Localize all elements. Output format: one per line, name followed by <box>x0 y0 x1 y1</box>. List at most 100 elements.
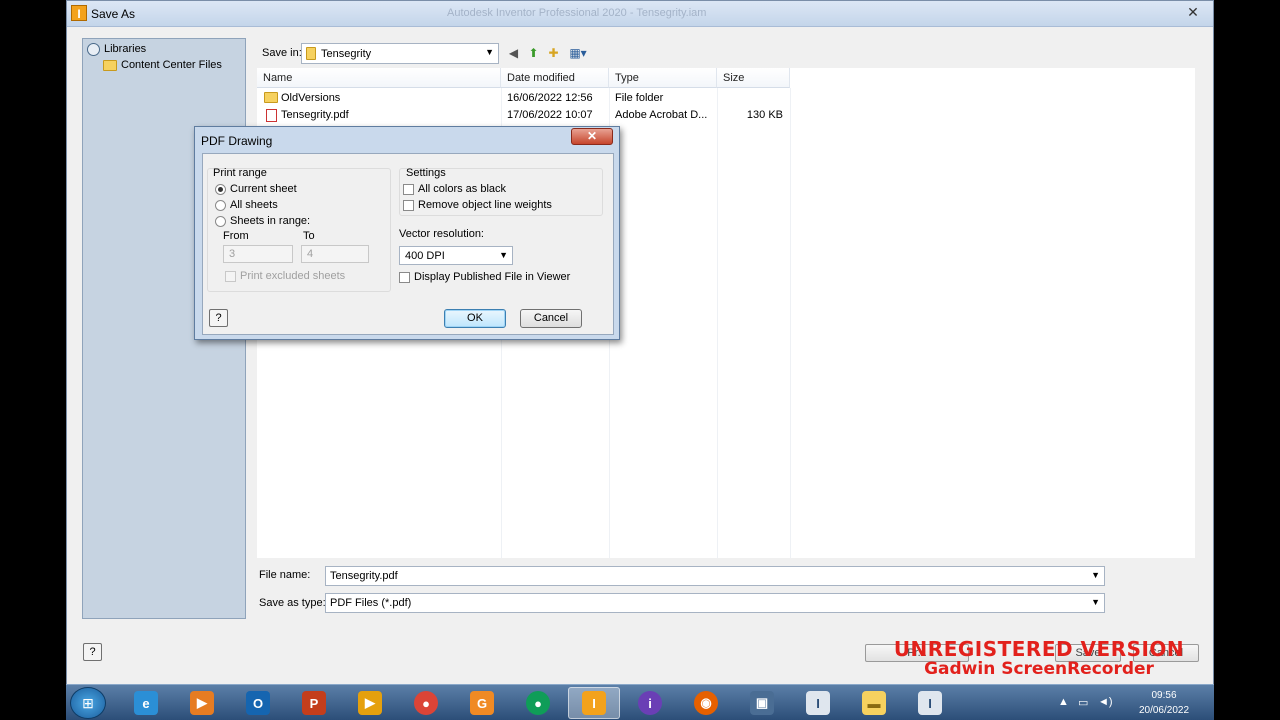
file-size: 130 KB <box>746 109 783 121</box>
all-colors-black-checkbox[interactable]: All colors as black <box>403 183 506 195</box>
ok-button[interactable]: OK <box>444 309 506 328</box>
chrome-icon[interactable]: ● <box>400 687 452 719</box>
powerpoint-icon[interactable]: P <box>288 687 340 719</box>
file-date: 16/06/2022 12:56 <box>507 92 593 104</box>
help-icon[interactable]: ? <box>83 643 102 661</box>
help-icon[interactable]: ? <box>209 309 228 327</box>
clock-date[interactable]: 20/06/2022 <box>1134 705 1194 716</box>
file-row[interactable]: OldVersions 16/06/2022 12:56 File folder <box>257 90 857 107</box>
firefox-icon[interactable]: ◉ <box>680 687 732 719</box>
display-in-viewer-checkbox[interactable]: Display Published File in Viewer <box>399 271 570 283</box>
chevron-down-icon: ▼ <box>485 47 494 57</box>
close-icon[interactable]: ✕ <box>571 128 613 145</box>
place-label: Content Center Files <box>121 59 222 71</box>
folder-icon[interactable]: ▬ <box>848 687 900 719</box>
radio-sheets-in-range[interactable]: Sheets in range: <box>215 215 310 227</box>
print-range-title: Print range <box>213 167 267 179</box>
checkbox[interactable] <box>399 271 410 283</box>
radio-all-sheets[interactable]: All sheets <box>215 199 278 211</box>
save-as-type-select[interactable]: PDF Files (*.pdf) ▼ <box>325 593 1105 613</box>
file-row[interactable]: Tensegrity.pdf 17/06/2022 10:07 Adobe Ac… <box>257 107 857 124</box>
chevron-down-icon[interactable]: ▼ <box>1091 570 1100 580</box>
from-input[interactable]: 3 <box>223 245 293 263</box>
radio-button[interactable] <box>215 183 226 195</box>
column-header-size[interactable]: Size <box>717 68 790 88</box>
settings-title: Settings <box>406 167 446 179</box>
window-title: Save As <box>91 7 136 21</box>
outlook-icon[interactable]: O <box>232 687 284 719</box>
title-bar[interactable]: I Save As Autodesk Inventor Professional… <box>67 1 1213 27</box>
checkbox-label: Print excluded sheets <box>240 270 346 282</box>
save-in-value: Tensegrity <box>321 47 372 60</box>
print-excluded-checkbox[interactable]: Print excluded sheets <box>225 270 345 282</box>
desktop: I Save As Autodesk Inventor Professional… <box>0 0 1280 720</box>
show-hidden-icons-icon[interactable]: ▲ <box>1058 696 1069 708</box>
inventor-doc-icon[interactable]: I <box>904 687 956 719</box>
checkbox-label: Display Published File in Viewer <box>414 271 571 283</box>
folder-icon <box>264 92 278 103</box>
pdf-tool-icon[interactable]: G <box>456 687 508 719</box>
chevron-down-icon[interactable]: ▼ <box>1091 597 1100 607</box>
radio-current-sheet[interactable]: Current sheet <box>215 183 297 195</box>
to-input[interactable]: 4 <box>301 245 369 263</box>
file-name-label: File name: <box>259 569 311 581</box>
radio-button[interactable] <box>215 199 226 211</box>
file-date: 17/06/2022 10:07 <box>507 109 593 121</box>
up-folder-icon[interactable]: ⬆ <box>525 45 542 61</box>
radio-label: Sheets in range: <box>230 215 311 227</box>
file-name: OldVersions <box>281 92 341 104</box>
from-label: From <box>223 230 249 242</box>
save-as-type-label: Save as type: <box>259 597 326 609</box>
column-header-date[interactable]: Date modified <box>501 68 609 88</box>
to-label: To <box>303 230 315 242</box>
column-divider <box>717 88 718 558</box>
new-folder-icon[interactable]: ✚ <box>545 45 562 61</box>
start-button[interactable]: ⊞ <box>70 687 106 719</box>
checkbox-label: All colors as black <box>418 183 507 195</box>
remove-line-weights-checkbox[interactable]: Remove object line weights <box>403 199 552 211</box>
clock-time[interactable]: 09:56 <box>1134 690 1194 701</box>
info-icon[interactable]: i <box>624 687 676 719</box>
place-content-center-files[interactable]: Content Center Files <box>103 57 222 73</box>
place-libraries[interactable]: Libraries <box>87 41 146 57</box>
vector-resolution-select[interactable]: 400 DPI ▼ <box>399 246 513 265</box>
media-player-icon[interactable]: ▶ <box>176 687 228 719</box>
checkbox[interactable] <box>403 199 414 211</box>
inventor-app-icon: I <box>71 5 87 21</box>
internet-explorer-icon[interactable]: e <box>120 687 172 719</box>
inventor-icon[interactable]: I <box>568 687 620 719</box>
column-header-name[interactable]: Name <box>257 68 501 88</box>
network-icon[interactable]: ▣ <box>736 687 788 719</box>
save-in-dropdown[interactable]: Tensegrity ▼ <box>301 43 499 64</box>
file-type: Adobe Acrobat D... <box>615 109 708 121</box>
file-name: Tensegrity.pdf <box>281 109 349 121</box>
radio-label: All sheets <box>230 199 278 211</box>
volume-icon[interactable]: ◄) <box>1098 696 1113 708</box>
file-type: File folder <box>615 92 664 104</box>
back-icon[interactable]: ◀ <box>505 45 522 61</box>
view-menu-icon[interactable]: ▦▾ <box>567 45 589 61</box>
network-status-icon[interactable]: ▭ <box>1078 696 1088 709</box>
folder-icon <box>306 47 316 60</box>
column-header-type[interactable]: Type <box>609 68 717 88</box>
place-label: Libraries <box>104 43 147 55</box>
dialog-title: PDF Drawing <box>201 134 273 148</box>
chrome-icon[interactable]: ● <box>512 687 564 719</box>
watermark-line-2: Gadwin ScreenRecorder <box>924 659 1154 679</box>
checkbox[interactable] <box>225 270 236 282</box>
radio-button[interactable] <box>215 215 226 227</box>
plex-icon[interactable]: ▶ <box>344 687 396 719</box>
close-icon[interactable]: ✕ <box>1179 3 1207 21</box>
system-tray: ▲ ▭ ◄) 09:56 20/06/2022 <box>1058 688 1208 718</box>
vector-resolution-label: Vector resolution: <box>399 228 484 240</box>
dialog-body: Print range Current sheet All sheets She… <box>202 153 614 335</box>
column-divider <box>790 88 791 558</box>
save-in-label: Save in: <box>262 47 302 59</box>
pdf-icon <box>266 109 277 122</box>
checkbox[interactable] <box>403 183 414 195</box>
pdf-drawing-dialog: PDF Drawing ✕ Print range Current sheet … <box>194 126 620 340</box>
file-name-input[interactable]: Tensegrity.pdf ▼ <box>325 566 1105 586</box>
inventor-doc-icon[interactable]: I <box>792 687 844 719</box>
cancel-button[interactable]: Cancel <box>520 309 582 328</box>
vector-resolution-value: 400 DPI <box>405 250 445 262</box>
